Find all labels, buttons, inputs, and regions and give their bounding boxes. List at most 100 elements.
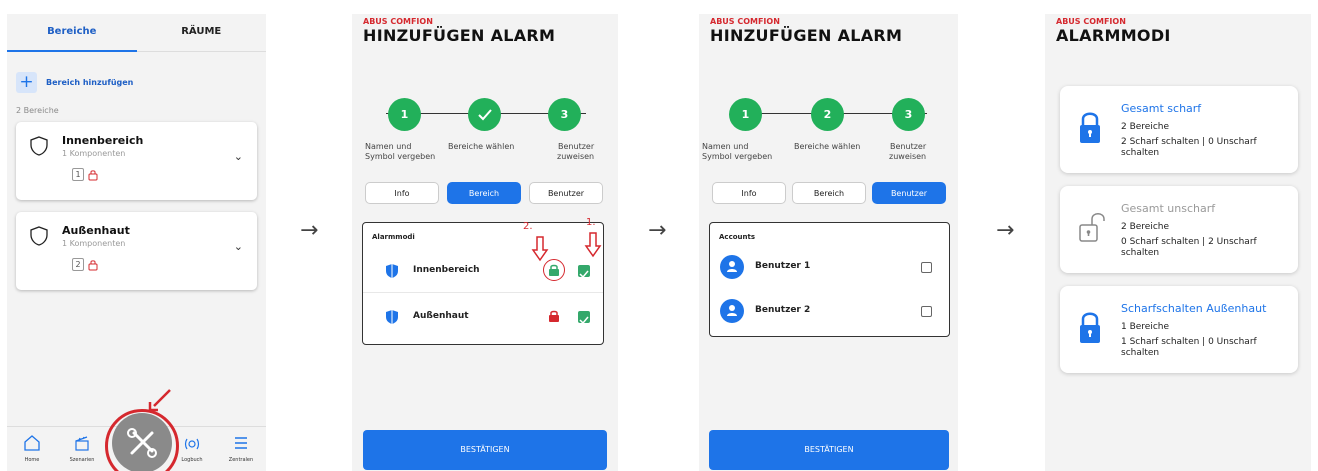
mode-card-gesamt-scharf[interactable]: Gesamt scharf 2 Bereiche 2 Scharf schalt… [1060,86,1298,173]
area-card-innenbereich[interactable]: Innenbereich 1 Komponenten ⌄ 1 [16,122,257,200]
annotation-arrow-icon [584,232,602,258]
box-title: Alarmmodi [372,233,415,241]
checkbox-checked[interactable] [578,311,590,325]
list-icon [235,437,247,449]
step-3-circle: 3 [892,98,925,131]
add-area-row[interactable]: + Bereich hinzufügen [16,72,133,93]
list-item-user-2[interactable]: Benutzer 2 [710,289,949,333]
person-icon [727,261,737,272]
lock-closed-icon [1080,112,1100,143]
step-2-circle: 2 [811,98,844,131]
tab-raeume[interactable]: RÄUME [136,14,266,52]
step-1-circle: 1 [388,98,421,131]
step-2-check-icon [468,98,501,131]
flow-arrow: → [648,218,667,243]
nav-label: Zentralen [228,457,254,463]
flow-arrow: → [996,218,1015,243]
mode-areas: 2 Bereiche [1121,122,1170,132]
area-name: Innenbereich [62,134,144,147]
area-components: 1 Komponenten [62,149,126,158]
page-title: ALARMMODI [1056,26,1171,45]
nav-label: Home [24,457,40,463]
mode-areas: 2 Bereiche [1121,222,1170,232]
person-icon [727,305,737,316]
mode-title: Gesamt unscharf [1121,202,1216,215]
mode-card-scharfschalten-aussenhaut[interactable]: Scharfschalten Außenhaut 1 Bereiche 1 Sc… [1060,286,1298,373]
lock-icon [88,260,98,271]
mode-summary: 1 Scharf schalten | 0 Unscharf schalten [1121,337,1257,358]
alarm-modes-box: Alarmmodi Innenbereich Außenhaut [362,222,604,345]
segment-info[interactable]: Info [365,182,439,204]
mode-title: Scharfschalten Außenhaut [1121,302,1267,315]
lock-open-icon [1079,213,1105,242]
user-label: Benutzer 1 [755,261,811,271]
checkbox-unchecked[interactable] [921,306,932,317]
areas-screen: Bereiche RÄUME + Bereich hinzufügen 2 Be… [7,14,266,471]
brand-label: ABUS COMFION [363,17,433,26]
area-components: 1 Komponenten [62,239,126,248]
annotation-step-2: 2. [523,221,533,232]
box-title: Accounts [719,233,756,241]
step-2-label: Bereiche wählen [448,142,515,151]
mode-summary: 0 Scharf schalten | 2 Unscharf schalten [1121,237,1257,258]
area-count: 2 Bereiche [16,106,59,115]
step-3-label: Benutzer zuweisen [889,142,927,161]
segment-info[interactable]: Info [712,182,786,204]
nav-home[interactable]: Home [12,435,52,463]
alarm-modes-screen: ABUS COMFION ALARMMODI Gesamt scharf 2 B… [1045,14,1311,471]
user-label: Benutzer 2 [755,305,811,315]
shield-icon [30,226,48,246]
step-3-circle: 3 [548,98,581,131]
row-label: Innenbereich [413,265,480,275]
plus-icon[interactable]: + [16,72,37,93]
segment-benutzer[interactable]: Benutzer [529,182,603,204]
step-2-label: Bereiche wählen [794,142,861,151]
add-alarm-users-screen: ABUS COMFION HINZUFÜGEN ALARM 1 2 3 Name… [699,14,958,471]
checkbox-checked[interactable] [578,265,590,279]
segment-bereich[interactable]: Bereich [447,182,521,204]
list-item-innenbereich[interactable]: Innenbereich [363,249,603,293]
clapperboard-icon [75,436,89,451]
area-card-aussenhaut[interactable]: Außenhaut 1 Komponenten ⌄ 2 [16,212,257,290]
add-area-label[interactable]: Bereich hinzufügen [46,78,133,87]
segment-benutzer[interactable]: Benutzer [872,182,946,204]
accounts-box: Accounts Benutzer 1 Benutzer 2 [709,222,950,337]
annotation-step-1: 1. [586,217,596,228]
confirm-button[interactable]: BESTÄTIGEN [363,430,607,470]
lock-red-icon[interactable] [548,310,560,322]
confirm-button[interactable]: BESTÄTIGEN [709,430,949,470]
shield-icon [386,264,398,278]
avatar [720,255,744,279]
segment-bereich[interactable]: Bereich [792,182,866,204]
chevron-down-icon[interactable]: ⌄ [234,150,243,163]
page-title: HINZUFÜGEN ALARM [363,26,556,45]
flow-arrow: → [300,218,319,243]
signal-icon [184,438,200,450]
tab-bar: Bereiche RÄUME [7,14,266,52]
avatar [720,299,744,323]
mode-title: Gesamt scharf [1121,102,1202,115]
component-count-badge: 1 [72,168,84,181]
checkbox-unchecked[interactable] [921,262,932,273]
home-icon [24,435,40,451]
mode-areas: 1 Bereiche [1121,322,1170,332]
list-item-user-1[interactable]: Benutzer 1 [710,245,949,289]
chevron-down-icon[interactable]: ⌄ [234,240,243,253]
lock-closed-icon [1080,312,1100,343]
list-item-aussenhaut[interactable]: Außenhaut [363,295,603,339]
nav-centrals[interactable]: Zentralen [221,435,261,463]
brand-label: ABUS COMFION [1056,17,1126,26]
shield-icon [30,136,48,156]
add-alarm-area-screen: ABUS COMFION HINZUFÜGEN ALARM 1 3 Namen … [352,14,618,471]
tab-bereiche[interactable]: Bereiche [7,14,137,52]
step-1-label: Namen und Symbol vergeben [365,142,436,161]
mode-card-gesamt-unscharf[interactable]: Gesamt unscharf 2 Bereiche 0 Scharf scha… [1060,186,1298,273]
step-1-circle: 1 [729,98,762,131]
nav-scenarios[interactable]: Szenarien [62,435,102,463]
step-1-label: Namen und Symbol vergeben [702,142,773,161]
shield-icon [386,310,398,324]
lock-green-icon[interactable] [548,264,560,276]
annotation-arrow-icon [531,236,549,262]
component-count-badge: 2 [72,258,84,271]
page-title: HINZUFÜGEN ALARM [710,26,903,45]
